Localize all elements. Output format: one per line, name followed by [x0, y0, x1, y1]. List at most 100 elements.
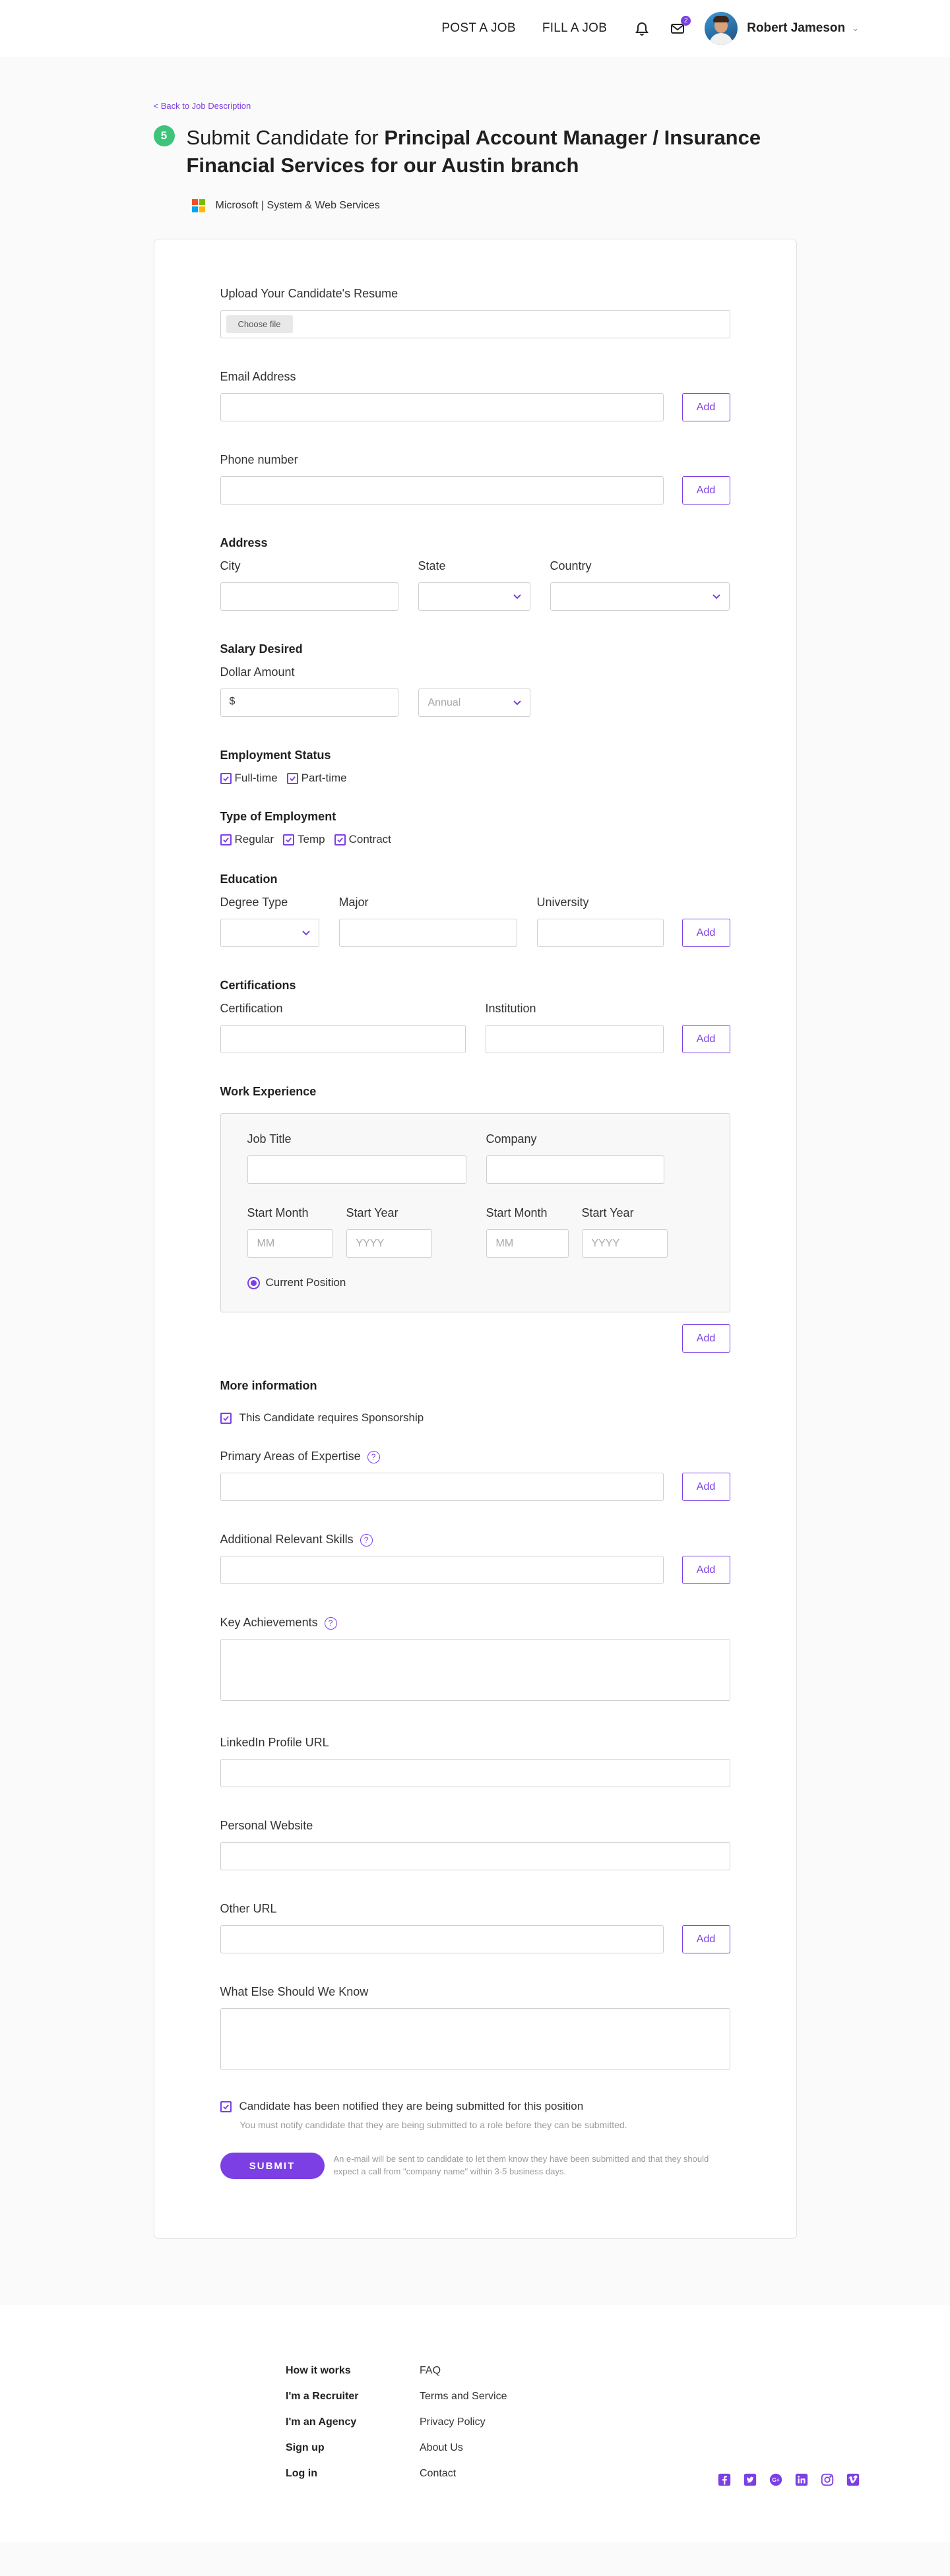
notified-label: Candidate has been notified they are bei… — [239, 2100, 584, 2112]
part-time-label: Part-time — [301, 772, 347, 784]
company-input[interactable] — [486, 1155, 664, 1184]
major-label: Major — [338, 896, 369, 909]
footer-link-how-it-works[interactable]: How it works — [286, 2364, 420, 2377]
top-header: POST A JOB FILL A JOB 2 Robert Jameson ⌄ — [0, 0, 950, 57]
start-year-input[interactable] — [346, 1229, 432, 1258]
address-title: Address — [220, 536, 268, 549]
dollar-amount-input[interactable] — [220, 689, 398, 717]
job-title-label: Job Title — [247, 1132, 292, 1146]
footer-link-about[interactable]: About Us — [420, 2441, 507, 2454]
university-input[interactable] — [536, 919, 664, 947]
linkedin-icon[interactable] — [794, 2472, 809, 2488]
state-select[interactable] — [418, 582, 530, 611]
twitter-icon[interactable] — [742, 2472, 758, 2488]
add-email-button[interactable]: Add — [681, 393, 730, 421]
help-icon[interactable]: ? — [367, 1450, 380, 1463]
submit-form-card: Upload Your Candidate's Resume Choose fi… — [153, 239, 797, 2239]
temp-checkbox[interactable]: Temp — [283, 833, 325, 846]
help-icon[interactable]: ? — [324, 1616, 337, 1630]
full-time-label: Full-time — [234, 772, 278, 784]
major-input[interactable] — [338, 919, 517, 947]
add-education-button[interactable]: Add — [681, 919, 730, 947]
linkedin-input[interactable] — [220, 1759, 730, 1787]
checkbox-checked-icon — [283, 834, 295, 845]
end-month-input[interactable] — [486, 1229, 569, 1258]
checkbox-checked-icon — [220, 834, 232, 845]
notified-checkbox[interactable]: Candidate has been notified they are bei… — [220, 2100, 721, 2113]
contract-checkbox[interactable]: Contract — [334, 833, 391, 846]
google-plus-icon[interactable]: G+ — [768, 2472, 784, 2488]
part-time-checkbox[interactable]: Part-time — [286, 772, 347, 785]
university-label: University — [536, 896, 589, 909]
skills-input[interactable] — [220, 1556, 664, 1584]
add-expertise-button[interactable]: Add — [681, 1473, 730, 1501]
vimeo-icon[interactable] — [845, 2472, 861, 2488]
footer-link-privacy[interactable]: Privacy Policy — [420, 2416, 507, 2428]
degree-type-select[interactable] — [220, 919, 319, 947]
footer-link-faq[interactable]: FAQ — [420, 2364, 507, 2377]
certification-input[interactable] — [220, 1025, 466, 1053]
salary-period-select[interactable]: Annual — [418, 689, 530, 717]
institution-input[interactable] — [485, 1025, 664, 1053]
end-year-label: Start Year — [581, 1206, 634, 1219]
footer-link-recruiter[interactable]: I'm a Recruiter — [286, 2390, 420, 2403]
add-work-experience-button[interactable]: Add — [681, 1324, 730, 1353]
full-time-checkbox[interactable]: Full-time — [220, 772, 278, 785]
achievements-textarea[interactable] — [220, 1639, 730, 1701]
regular-checkbox[interactable]: Regular — [220, 833, 274, 846]
city-input[interactable] — [220, 582, 398, 611]
notify-note: You must notify candidate that they are … — [239, 2120, 627, 2130]
job-title-input[interactable] — [247, 1155, 466, 1184]
temp-label: Temp — [298, 833, 325, 845]
footer-link-agency[interactable]: I'm an Agency — [286, 2416, 420, 2428]
back-to-job-link[interactable]: < Back to Job Description — [154, 101, 251, 111]
start-month-label: Start Month — [247, 1206, 309, 1219]
end-month-label: Start Month — [486, 1206, 548, 1219]
country-select[interactable] — [550, 582, 730, 611]
footer-link-sign-up[interactable]: Sign up — [286, 2441, 420, 2454]
checkbox-checked-icon — [286, 772, 298, 784]
state-label: State — [418, 559, 446, 572]
end-year-input[interactable] — [581, 1229, 668, 1258]
add-phone-button[interactable]: Add — [681, 476, 730, 505]
add-skills-button[interactable]: Add — [681, 1556, 730, 1584]
achievements-label-row: Key Achievements? — [220, 1616, 730, 1630]
choose-file-button[interactable]: Choose file — [226, 315, 293, 333]
sponsorship-checkbox[interactable]: This Candidate requires Sponsorship — [220, 1411, 721, 1425]
expertise-input[interactable] — [220, 1473, 664, 1501]
start-month-input[interactable] — [247, 1229, 333, 1258]
main-content: < Back to Job Description 5 Submit Candi… — [0, 57, 950, 2305]
current-position-label: Current Position — [265, 1276, 346, 1289]
current-position-radio[interactable]: Current Position — [247, 1276, 703, 1289]
add-url-button[interactable]: Add — [681, 1925, 730, 1953]
post-job-link[interactable]: POST A JOB — [441, 21, 515, 36]
what-else-textarea[interactable] — [220, 2008, 730, 2070]
other-url-input[interactable] — [220, 1925, 664, 1953]
linkedin-label: LinkedIn Profile URL — [220, 1736, 329, 1749]
what-else-label: What Else Should We Know — [220, 1985, 369, 1998]
bell-icon[interactable] — [633, 20, 650, 37]
fill-job-link[interactable]: FILL A JOB — [542, 21, 607, 36]
footer-link-log-in[interactable]: Log in — [286, 2467, 420, 2480]
email-input[interactable] — [220, 393, 664, 421]
add-certification-button[interactable]: Add — [681, 1025, 730, 1053]
instagram-icon[interactable] — [819, 2472, 835, 2488]
facebook-icon[interactable] — [716, 2472, 732, 2488]
submit-button[interactable]: SUBMIT — [220, 2153, 325, 2179]
email-label: Email Address — [220, 370, 296, 383]
footer-link-terms[interactable]: Terms and Service — [420, 2390, 507, 2403]
svg-text:G+: G+ — [772, 2477, 779, 2483]
mail-icon[interactable]: 2 — [669, 16, 691, 37]
page-title: Submit Candidate for Principal Account M… — [187, 124, 797, 179]
help-icon[interactable]: ? — [360, 1533, 373, 1547]
website-input[interactable] — [220, 1842, 730, 1870]
regular-label: Regular — [234, 833, 274, 845]
page-title-row: 5 Submit Candidate for Principal Account… — [153, 124, 797, 179]
microsoft-logo-icon — [191, 199, 205, 212]
user-menu[interactable]: Robert Jameson ⌄ — [705, 12, 859, 45]
company-label: Company — [486, 1132, 537, 1146]
phone-input[interactable] — [220, 476, 664, 505]
country-label: Country — [550, 559, 592, 572]
footer-link-contact[interactable]: Contact — [420, 2467, 507, 2480]
resume-upload[interactable]: Choose file — [220, 310, 730, 338]
